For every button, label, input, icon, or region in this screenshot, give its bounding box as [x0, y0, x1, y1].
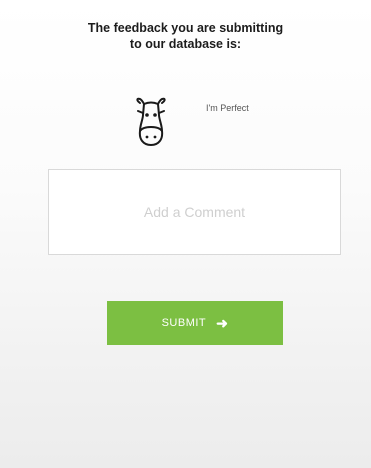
page-title-line-2: to our database is:: [129, 37, 242, 51]
submit-label: SUBMIT: [161, 317, 207, 329]
arrow-right-icon: ➜: [216, 315, 229, 331]
feedback-screen: The feedback you are submitting to our d…: [0, 0, 371, 468]
submit-button[interactable]: SUBMIT ➜: [107, 301, 283, 345]
cow-icon: [136, 97, 166, 146]
rating-label: I'm Perfect: [206, 103, 249, 113]
comment-input[interactable]: [48, 169, 341, 255]
page-title: The feedback you are submitting to our d…: [0, 20, 371, 52]
page-title-line-1: The feedback you are submitting: [87, 21, 284, 35]
